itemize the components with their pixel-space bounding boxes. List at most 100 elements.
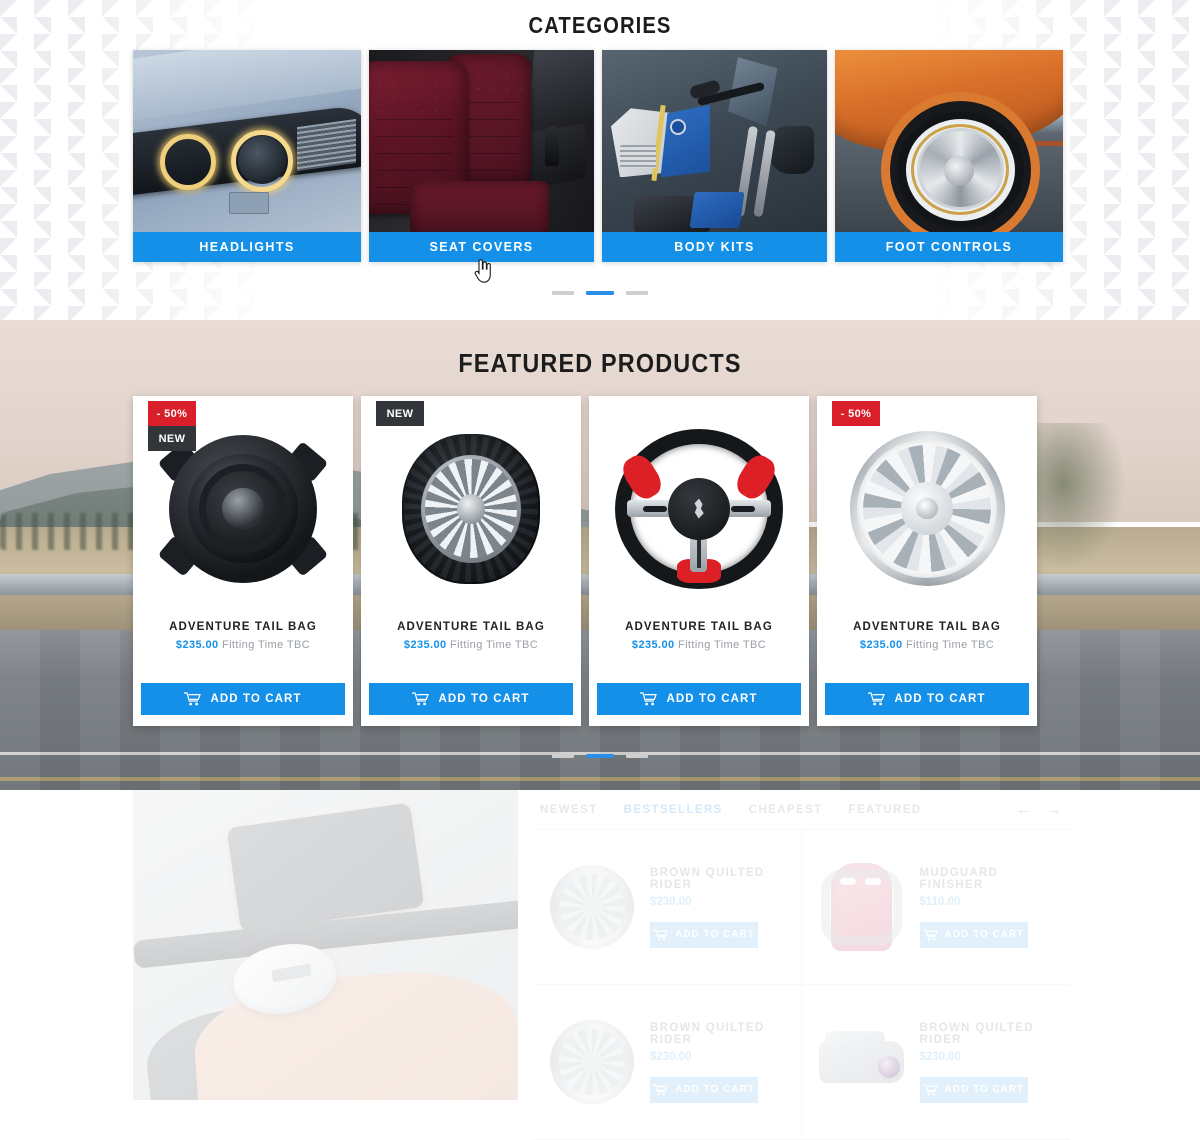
category-card-foot-controls[interactable]: FOOT CONTROLS [835, 50, 1063, 262]
carousel-dot-2-active[interactable] [586, 291, 614, 295]
product-card[interactable]: - 50% ADVENTURE TAIL BAG $235.00 Fitting… [817, 396, 1037, 726]
arrow-right-icon[interactable]: → [1047, 801, 1063, 818]
product-card[interactable]: NEW ADVENTURE TAIL BAG $235.00 Fitting T… [361, 396, 581, 726]
category-card-seat-covers[interactable]: SEAT COVERS [369, 50, 594, 262]
product-card[interactable]: ADVENTURE TAIL BAG $235.00 Fitting Time … [589, 396, 809, 726]
category-card-headlights[interactable]: HEADLIGHTS [133, 50, 361, 262]
categories-section: CATEGORIES HEADLIGHTS SEAT COVERS BODY K… [0, 0, 1200, 320]
discount-badge: - 50% [832, 401, 880, 426]
product-meta: $235.00 Fitting Time TBC [632, 639, 766, 651]
item-price: $230.00 [919, 1050, 962, 1063]
carousel-dot-2-active[interactable] [586, 754, 614, 758]
product-image [361, 396, 581, 621]
shopping-cart-icon [922, 1083, 938, 1095]
item-thumbnail [814, 1014, 910, 1110]
item-name: MUDGUARD FINISHER [919, 866, 999, 891]
item-thumbnail [544, 1014, 640, 1110]
add-to-cart-label: ADD TO CART [210, 693, 302, 705]
add-to-cart-label: ADD TO CART [944, 929, 1025, 940]
product-image [817, 396, 1037, 621]
product-meta: $235.00 Fitting Time TBC [404, 639, 538, 651]
category-label: FOOT CONTROLS [835, 232, 1063, 262]
carousel-dot-3[interactable] [626, 754, 648, 758]
tab-bestsellers[interactable]: BESTSELLERS [624, 804, 723, 816]
product-fitting-time: Fitting Time TBC [905, 639, 995, 651]
carousel-dot-3[interactable] [626, 291, 648, 295]
shopping-cart-icon [922, 928, 938, 940]
item-thumbnail [544, 859, 640, 955]
product-name: ADVENTURE TAIL BAG [397, 621, 545, 633]
bestsellers-panel: NEWEST BESTSELLERS CHEAPEST FEATURED ← → [532, 790, 1071, 1140]
list-item[interactable]: BROWN QUILTED RIDER $230.00 ADD TO CART [801, 985, 1071, 1140]
category-label: SEAT COVERS [369, 232, 594, 262]
categories-carousel-dots [0, 291, 1200, 295]
add-to-cart-button[interactable]: ADD TO CART [597, 683, 801, 715]
product-card[interactable]: - 50% NEW ADVENTURE TAIL BAG $235.00 Fit… [133, 396, 353, 726]
category-card-body-kits[interactable]: BODY KITS [602, 50, 827, 262]
discount-badge: - 50% [148, 401, 196, 426]
pointer-hand-cursor [474, 259, 491, 283]
tab-cheapest[interactable]: CHEAPEST [749, 804, 823, 816]
category-image-headlights [133, 50, 361, 232]
new-badge: NEW [376, 401, 424, 426]
product-fitting-time: Fitting Time TBC [449, 639, 539, 651]
category-image-seat-covers [369, 50, 594, 232]
list-item[interactable]: BROWN QUILTED RIDER $230.00 ADD TO CART [532, 830, 802, 985]
add-to-cart-button[interactable]: ADD TO CART [919, 921, 1028, 948]
item-price: $230.00 [650, 895, 692, 908]
add-to-cart-button[interactable]: ADD TO CART [650, 1076, 758, 1103]
arrow-left-icon[interactable]: ← [1016, 801, 1032, 818]
product-price: $235.00 [403, 639, 447, 651]
product-name: ADVENTURE TAIL BAG [625, 621, 773, 633]
add-to-cart-label: ADD TO CART [894, 693, 986, 705]
add-to-cart-button[interactable]: ADD TO CART [369, 683, 573, 715]
add-to-cart-button[interactable]: ADD TO CART [919, 1076, 1028, 1103]
product-fitting-time: Fitting Time TBC [677, 639, 767, 651]
product-image [589, 396, 809, 621]
add-to-cart-label: ADD TO CART [438, 693, 530, 705]
bestsellers-section: NEWEST BESTSELLERS CHEAPEST FEATURED ← → [0, 790, 1200, 1140]
carousel-dot-1[interactable] [552, 291, 574, 295]
product-badges: - 50% NEW [148, 401, 196, 451]
add-to-cart-button[interactable]: ADD TO CART [650, 921, 758, 948]
product-price: $235.00 [175, 639, 219, 651]
shopping-cart-icon [640, 692, 658, 706]
promo-image [133, 790, 518, 1100]
categories-title: CATEGORIES [528, 12, 672, 38]
product-badges: NEW [376, 401, 424, 426]
item-price: $110.00 [919, 895, 961, 908]
new-badge: NEW [148, 426, 196, 451]
item-name: BROWN QUILTED RIDER [650, 866, 765, 891]
product-name: ADVENTURE TAIL BAG [853, 621, 1001, 633]
add-to-cart-button[interactable]: ADD TO CART [141, 683, 345, 715]
add-to-cart-label: ADD TO CART [675, 929, 755, 940]
add-to-cart-label: ADD TO CART [666, 693, 758, 705]
product-name: ADVENTURE TAIL BAG [169, 621, 317, 633]
product-meta: $235.00 Fitting Time TBC [176, 639, 310, 651]
item-name: BROWN QUILTED RIDER [919, 1021, 1034, 1046]
categories-carousel: HEADLIGHTS SEAT COVERS BODY KITS FOOT CO… [133, 50, 1071, 262]
list-item[interactable]: BROWN QUILTED RIDER $230.00 ADD TO CART [532, 985, 802, 1140]
homepage: CATEGORIES HEADLIGHTS SEAT COVERS BODY K… [0, 0, 1200, 1140]
product-meta: $235.00 Fitting Time TBC [860, 639, 994, 651]
add-to-cart-label: ADD TO CART [675, 1084, 755, 1095]
product-price: $235.00 [631, 639, 675, 651]
add-to-cart-button[interactable]: ADD TO CART [825, 683, 1029, 715]
tab-featured[interactable]: FEATURED [849, 804, 922, 816]
product-filter-tabs: NEWEST BESTSELLERS CHEAPEST FEATURED ← → [532, 790, 1071, 829]
shopping-cart-icon [653, 928, 668, 940]
category-label: HEADLIGHTS [133, 232, 361, 262]
carousel-dot-1[interactable] [552, 754, 574, 758]
shopping-cart-icon [412, 692, 430, 706]
category-label: BODY KITS [602, 232, 827, 262]
product-fitting-time: Fitting Time TBC [221, 639, 311, 651]
featured-carousel-dots [0, 754, 1200, 758]
product-price: $235.00 [859, 639, 903, 651]
bestsellers-grid: BROWN QUILTED RIDER $230.00 ADD TO CART [532, 829, 1071, 1140]
item-price: $230.00 [650, 1050, 692, 1063]
list-item[interactable]: MUDGUARD FINISHER $110.00 ADD TO CART [801, 830, 1071, 985]
featured-products-carousel: - 50% NEW ADVENTURE TAIL BAG $235.00 Fit… [133, 396, 1037, 726]
featured-products-title: FEATURED PRODUCTS [458, 348, 742, 378]
add-to-cart-label: ADD TO CART [944, 1084, 1025, 1095]
tab-newest[interactable]: NEWEST [540, 804, 598, 816]
